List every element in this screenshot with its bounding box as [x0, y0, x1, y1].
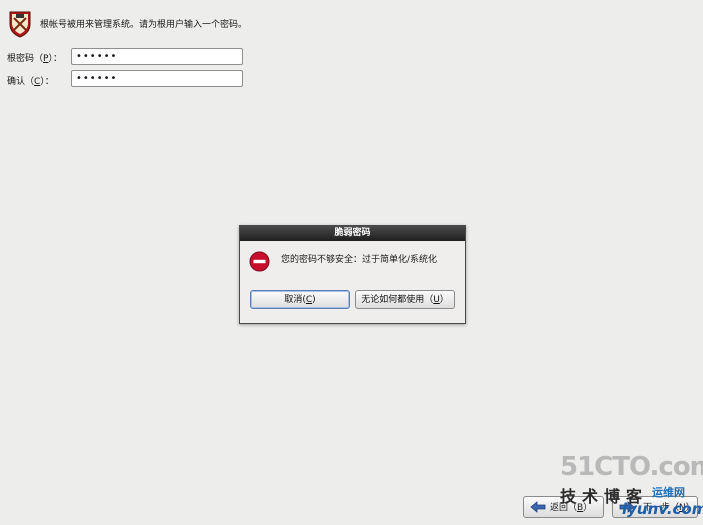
page-description: 根帐号被用来管理系统。请为根用户输入一个密码。: [40, 20, 248, 30]
back-button[interactable]: 返回（B）: [523, 496, 604, 518]
arrow-right-icon: [619, 501, 635, 513]
watermark-site: 51CTO.com: [560, 452, 703, 482]
arrow-left-icon: [530, 501, 546, 513]
dialog-message: 您的密码不够安全：过于简单化/系统化: [281, 255, 438, 265]
root-password-label: 根密码（P）：: [7, 54, 62, 64]
cancel-button[interactable]: 取消(C): [250, 290, 350, 309]
shield-logo-icon: [9, 11, 31, 38]
dialog-title: 脆弱密码: [240, 226, 465, 241]
weak-password-dialog: 脆弱密码 您的密码不够安全：过于简单化/系统化 取消(C) 无论如何都使用（U）: [239, 225, 466, 324]
error-icon: [249, 251, 270, 272]
use-anyway-button[interactable]: 无论如何都使用（U）: [355, 290, 455, 309]
confirm-password-input[interactable]: ••••••: [71, 70, 243, 87]
next-button[interactable]: 下一步（N）: [612, 496, 698, 518]
confirm-password-label: 确认（C）：: [7, 77, 54, 87]
root-password-input[interactable]: ••••••: [71, 48, 243, 65]
